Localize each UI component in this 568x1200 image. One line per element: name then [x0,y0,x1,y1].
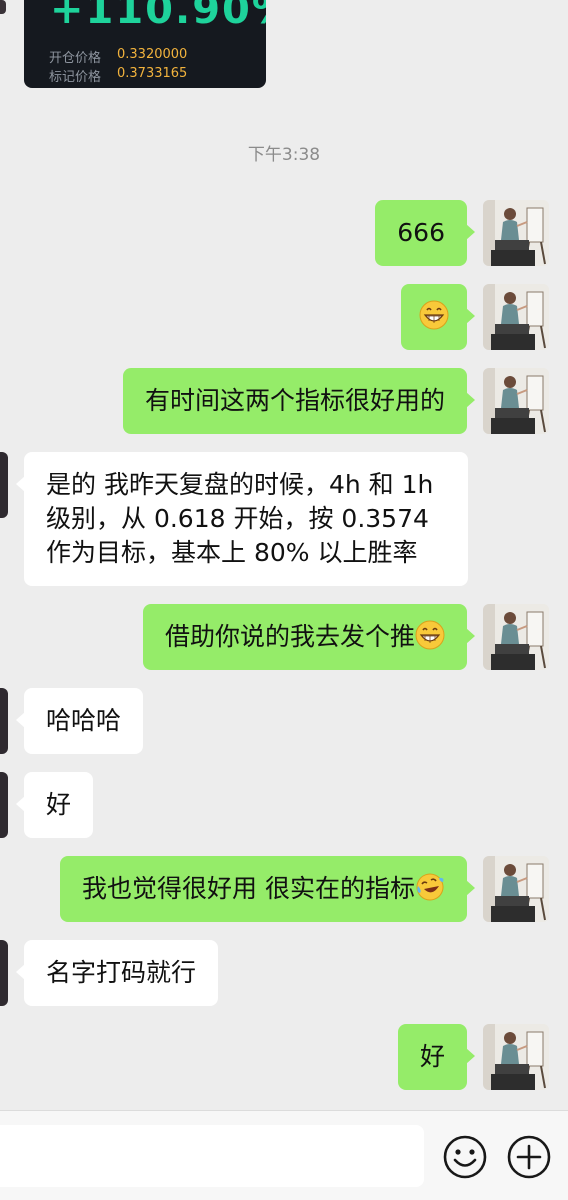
contact-avatar[interactable] [0,940,8,1006]
contact-avatar[interactable] [0,452,8,518]
message-text: 我也觉得很好用 很实在的指标 [82,874,415,903]
my-avatar[interactable] [483,284,549,350]
my-message-bubble[interactable] [401,284,475,350]
message-timestamp: 下午3:38 [247,145,321,165]
my-avatar[interactable] [483,1024,549,1090]
my-message-bubble[interactable]: 好 [397,1024,476,1090]
chat-input-bar [0,1110,568,1200]
open-price-label: 开仓价格 [49,51,102,66]
trade-result-card[interactable]: +110.90% 开仓价格 0.3320000 标记价格 0.3733165 [24,0,266,88]
message-text: 是的 我昨天复盘的时候，4h 和 1h 级别，从 0.618 开始，按 0.35… [46,470,434,567]
open-price-value: 0.3320000 [117,47,188,62]
contact-message-bubble[interactable]: 是的 我昨天复盘的时候，4h 和 1h 级别，从 0.618 开始，按 0.35… [16,452,468,586]
my-avatar[interactable] [483,368,549,434]
smiley-icon[interactable] [442,1134,488,1180]
message-text: 名字打码就行 [46,958,197,987]
message-text: 借助你说的我去发个推 [164,622,415,651]
my-avatar[interactable] [483,200,549,266]
contact-message-bubble[interactable]: 哈哈哈 [15,688,144,754]
message-text: 有时间这两个指标很好用的 [144,386,445,415]
plus-circle-icon[interactable] [506,1134,552,1180]
open-price-row: 开仓价格 0.3320000 [49,47,187,66]
my-message-bubble[interactable]: 借助你说的我去发个推 [142,604,476,670]
pnl-percent: +110.90% [50,0,266,33]
my-avatar[interactable] [483,604,549,670]
my-message-bubble[interactable]: 有时间这两个指标很好用的 [122,368,476,434]
message-input[interactable] [0,1125,424,1187]
laughing-tears-emoji-icon [415,872,445,902]
my-avatar[interactable] [483,856,549,922]
message-text: 好 [419,1042,445,1071]
grinning-emoji-icon [419,300,449,330]
contact-message-bubble[interactable]: 好 [15,772,94,838]
contact-message-bubble[interactable]: 名字打码就行 [15,940,219,1006]
sender-avatar-edge[interactable] [0,0,6,14]
mark-price-value: 0.3733165 [117,66,188,81]
message-text: 666 [397,218,445,247]
message-text: 好 [46,790,72,819]
grinning-emoji-icon [415,620,445,650]
message-text: 哈哈哈 [46,706,122,735]
mark-price-label: 标记价格 [49,70,102,85]
my-message-bubble[interactable]: 666 [375,200,475,266]
mark-price-row: 标记价格 0.3733165 [49,66,187,85]
contact-avatar[interactable] [0,772,8,838]
my-message-bubble[interactable]: 我也觉得很好用 很实在的指标 [60,856,475,922]
contact-avatar[interactable] [0,688,8,754]
